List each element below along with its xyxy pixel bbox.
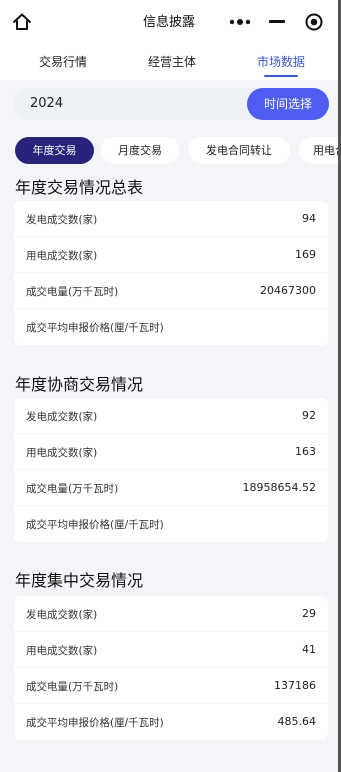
tab-market-data[interactable]: 市场数据	[226, 53, 336, 70]
annual-summary-card: 发电成交数(家) 94 用电成交数(家) 169 成交电量(万千瓦时) 2046…	[14, 201, 328, 345]
table-row: 成交电量(万千瓦时) 137186	[14, 668, 328, 704]
tab-market-entities[interactable]: 经营主体	[117, 53, 227, 70]
section-title-centralized: 年度集中交易情况	[15, 571, 144, 590]
row-label: 成交电量(万千瓦时)	[26, 286, 119, 298]
row-label: 成交电量(万千瓦时)	[26, 681, 119, 693]
chip-consumption-contract[interactable]: 用电合	[299, 137, 338, 164]
year-value: 2024	[30, 96, 64, 111]
section-title-annual-summary: 年度交易情况总表	[15, 178, 144, 197]
row-value: 169	[295, 248, 316, 261]
trade-type-chips: 年度交易 月度交易 发电合同转让 用电合	[0, 137, 338, 165]
row-label: 发电成交数(家)	[26, 411, 98, 423]
year-selector: 2024 时间选择	[13, 88, 329, 120]
row-label: 发电成交数(家)	[26, 609, 98, 621]
active-tab-indicator	[264, 75, 298, 77]
table-row: 发电成交数(家) 29	[14, 596, 328, 632]
table-row: 成交电量(万千瓦时) 20467300	[14, 273, 328, 309]
table-row: 成交平均申报价格(厘/千瓦时)	[14, 506, 328, 542]
table-row: 用电成交数(家) 41	[14, 632, 328, 668]
row-label: 成交平均申报价格(厘/千瓦时)	[26, 322, 164, 334]
row-value: 163	[295, 445, 316, 458]
page-frame: 信息披露 交易行情 经营主体 市场数据 2024 时间选择 年度交易 月度交易 …	[0, 0, 341, 772]
top-bar: 信息披露	[0, 0, 338, 42]
table-row: 成交平均申报价格(厘/千瓦时)	[14, 309, 328, 345]
row-label: 成交平均申报价格(厘/千瓦时)	[26, 519, 164, 531]
row-value: 29	[302, 607, 316, 620]
minimize-icon[interactable]	[264, 9, 290, 35]
chip-annual-trade[interactable]: 年度交易	[15, 137, 94, 164]
table-row: 成交平均申报价格(厘/千瓦时) 485.64	[14, 704, 328, 740]
time-select-button[interactable]: 时间选择	[247, 88, 329, 120]
row-label: 用电成交数(家)	[26, 447, 98, 459]
table-row: 用电成交数(家) 163	[14, 434, 328, 470]
row-label: 成交电量(万千瓦时)	[26, 483, 119, 495]
table-row: 发电成交数(家) 92	[14, 398, 328, 434]
row-label: 发电成交数(家)	[26, 214, 98, 226]
table-row: 发电成交数(家) 94	[14, 201, 328, 237]
row-label: 用电成交数(家)	[26, 645, 98, 657]
row-value: 18958654.52	[242, 481, 316, 494]
centralized-trade-card: 发电成交数(家) 29 用电成交数(家) 41 成交电量(万千瓦时) 13718…	[14, 596, 328, 740]
more-icon[interactable]	[227, 9, 253, 35]
negotiated-trade-card: 发电成交数(家) 92 用电成交数(家) 163 成交电量(万千瓦时) 1895…	[14, 398, 328, 542]
row-label: 用电成交数(家)	[26, 250, 98, 262]
table-row: 成交电量(万千瓦时) 18958654.52	[14, 470, 328, 506]
tab-bar: 交易行情 经营主体 市场数据	[0, 42, 338, 80]
row-value: 92	[302, 409, 316, 422]
row-value: 485.64	[277, 715, 317, 728]
section-title-negotiated: 年度协商交易情况	[15, 375, 144, 394]
chip-monthly-trade[interactable]: 月度交易	[101, 137, 179, 164]
row-value: 94	[302, 212, 316, 225]
row-value: 41	[302, 643, 316, 656]
row-label: 成交平均申报价格(厘/千瓦时)	[26, 717, 164, 729]
close-target-icon[interactable]	[301, 9, 327, 35]
chip-contract-transfer[interactable]: 发电合同转让	[188, 137, 290, 164]
row-value: 20467300	[260, 284, 316, 297]
tab-market-quotes[interactable]: 交易行情	[8, 53, 118, 70]
mini-program-capsule	[222, 7, 332, 37]
row-value: 137186	[274, 679, 316, 692]
table-row: 用电成交数(家) 169	[14, 237, 328, 273]
